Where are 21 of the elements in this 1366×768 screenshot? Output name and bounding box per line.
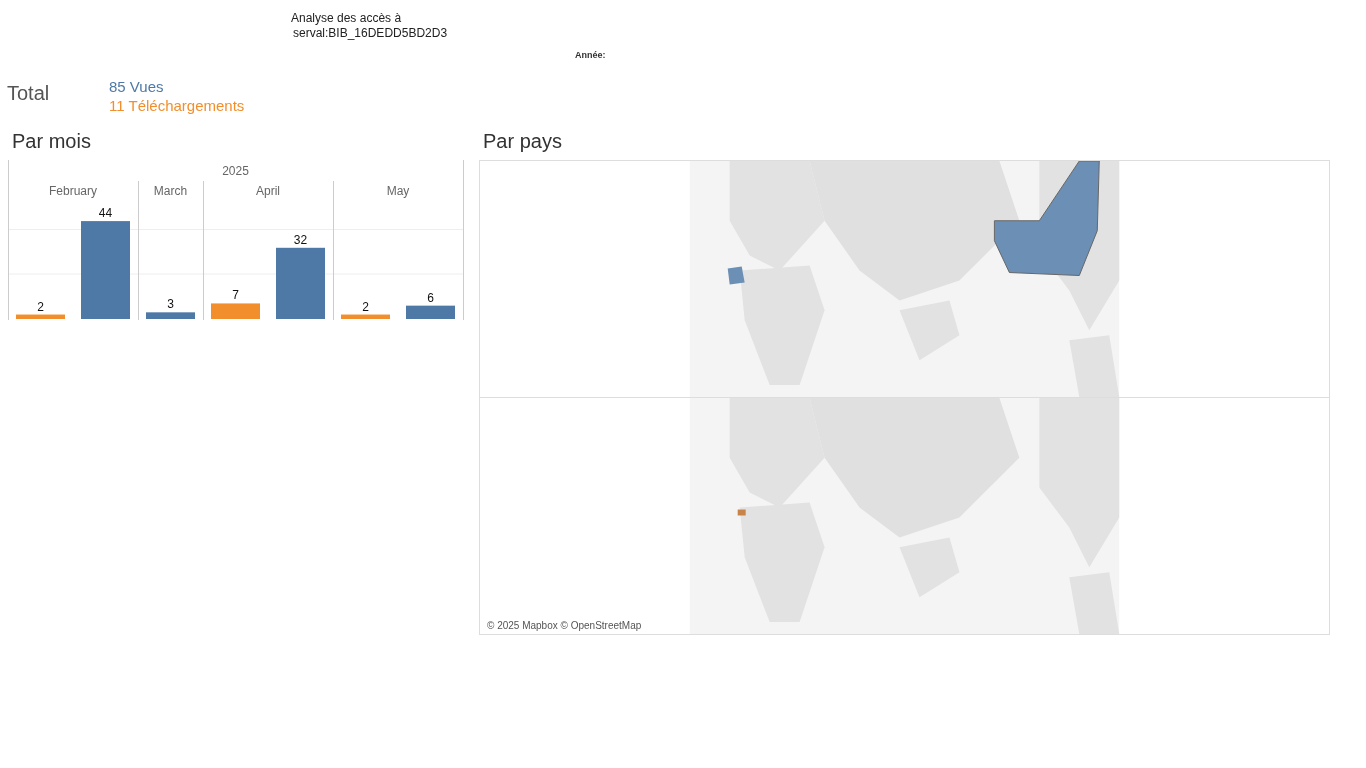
- year-filter-label: Année:: [575, 50, 606, 60]
- year-label: 2025: [222, 164, 249, 178]
- views-total: 85 Vues: [109, 77, 165, 96]
- month-label: May: [386, 184, 410, 198]
- downloads-total: 11 Téléchargements: [109, 96, 245, 115]
- value-label: 2: [37, 299, 44, 314]
- value-label: 3: [167, 297, 174, 312]
- month-label: February: [49, 184, 97, 198]
- value-label: 2: [362, 299, 369, 314]
- value-label: 7: [232, 288, 239, 303]
- month-label: March: [153, 184, 188, 198]
- value-label: 6: [427, 290, 434, 305]
- map-attribution: © 2025 Mapbox © OpenStreetMap: [485, 619, 644, 632]
- section-title: Par mois: [11, 129, 92, 154]
- value-label: 32: [293, 232, 308, 247]
- section-title: Par pays: [482, 129, 563, 154]
- report-title: Analyse des accès à: [291, 11, 403, 26]
- report-subtitle: serval:BIB_16DEDD5BD2D3: [292, 26, 449, 41]
- total-label: Total: [7, 81, 51, 106]
- month-label: April: [256, 184, 280, 198]
- value-label: 44: [98, 206, 113, 221]
